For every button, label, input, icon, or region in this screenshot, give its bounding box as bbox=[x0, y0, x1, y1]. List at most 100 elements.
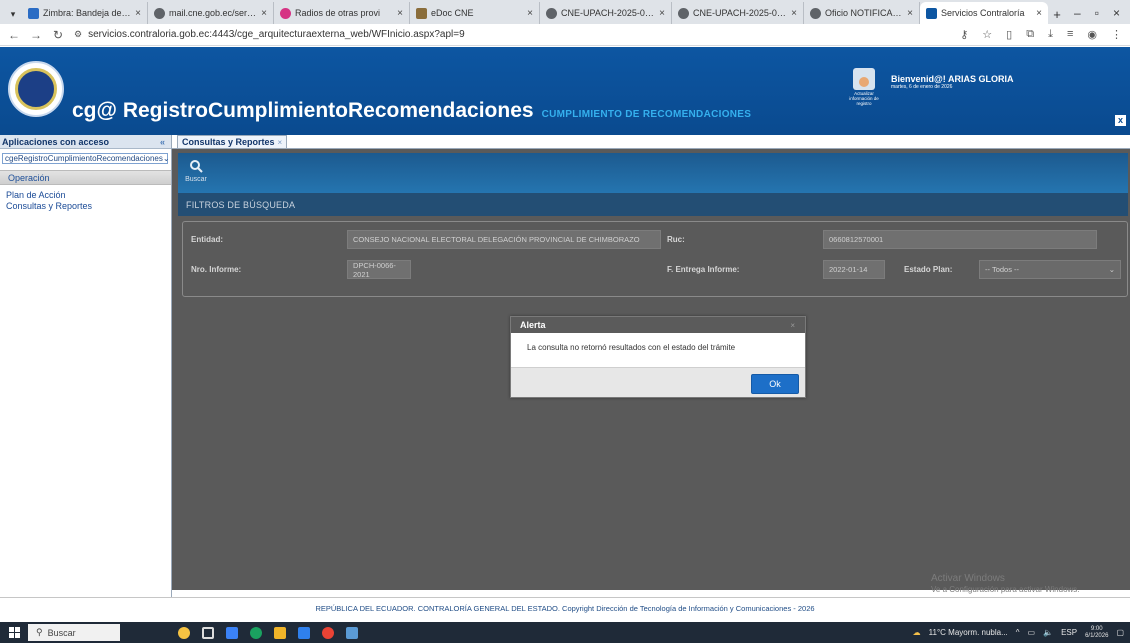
back-arrow-icon[interactable]: ← bbox=[8, 28, 20, 42]
close-tab-icon[interactable]: × bbox=[527, 8, 533, 19]
sidepanel-icon[interactable]: ▯ bbox=[1006, 28, 1012, 41]
fecha-entrega-field[interactable]: 2022-01-14 bbox=[823, 260, 885, 279]
contraloria-favicon-icon bbox=[926, 7, 937, 19]
new-tab-plus-icon[interactable]: + bbox=[1048, 4, 1066, 24]
collapse-sidebar-icon[interactable]: « bbox=[160, 137, 165, 147]
browser-tab-active[interactable]: Servicios Contraloría × bbox=[920, 2, 1048, 24]
sidebar-title: Aplicaciones con acceso bbox=[2, 136, 110, 147]
entidad-label: Entidad: bbox=[191, 235, 223, 244]
browser-tab[interactable]: Zimbra: Bandeja de entra × bbox=[22, 2, 148, 24]
weather-icon[interactable]: ☁ bbox=[913, 628, 921, 637]
tray-chevron-icon[interactable]: ^ bbox=[1016, 628, 1020, 637]
network-icon[interactable]: ▭ bbox=[1028, 628, 1036, 637]
chevron-down-icon: ⌄ bbox=[1108, 265, 1115, 274]
extensions-icon[interactable]: ⧉ bbox=[1026, 28, 1034, 41]
menu-dots-icon[interactable]: ⋮ bbox=[1111, 28, 1122, 41]
copilot-icon[interactable] bbox=[178, 626, 190, 639]
estado-plan-value: -- Todos -- bbox=[985, 265, 1020, 274]
start-button[interactable] bbox=[0, 622, 28, 643]
browser-tab[interactable]: Radios de otras provi × bbox=[274, 2, 410, 24]
update-registration-button[interactable]: Actualizar información de registro bbox=[847, 68, 881, 106]
browser-tab[interactable]: CNE-UPACH-2025-0724- × bbox=[672, 2, 804, 24]
tab-list-chevron-icon[interactable]: ▾ bbox=[4, 4, 22, 24]
zimbra-favicon-icon bbox=[28, 7, 39, 19]
reading-list-icon[interactable]: ≡ bbox=[1067, 28, 1073, 41]
clock-date: 6/1/2026 bbox=[1085, 632, 1109, 639]
browser-tab[interactable]: eDoc CNE × bbox=[410, 2, 540, 24]
url-field[interactable]: ⚙ servicios.contraloria.gob.ec:4443/cge_… bbox=[74, 29, 950, 40]
close-dialog-icon[interactable]: × bbox=[790, 321, 795, 330]
edge-icon[interactable] bbox=[250, 626, 262, 639]
address-bar: ← → ↻ ⚙ servicios.contraloria.gob.ec:444… bbox=[0, 24, 1130, 46]
sidebar-header: Aplicaciones con acceso « bbox=[0, 135, 171, 149]
taskbar-pinned-apps bbox=[178, 626, 358, 639]
application-select[interactable]: cgeRegistroCumplimientoRecomendaciones ⌄ bbox=[2, 153, 170, 164]
page-footer: REPÚBLICA DEL ECUADOR. CONTRALORÍA GENER… bbox=[0, 597, 1130, 618]
download-icon[interactable]: ⤓ bbox=[1048, 28, 1053, 41]
close-tab-icon[interactable]: × bbox=[261, 8, 267, 19]
app-header: cg@ RegistroCumplimientoRecomendaciones C… bbox=[0, 47, 1130, 135]
globe-favicon-icon bbox=[678, 7, 689, 19]
profile-icon[interactable]: ◉ bbox=[1087, 28, 1097, 41]
entidad-field[interactable]: CONSEJO NACIONAL ELECTORAL DELEGACIÓN PR… bbox=[347, 230, 661, 249]
close-tab-icon[interactable]: × bbox=[397, 8, 403, 19]
store-icon[interactable] bbox=[298, 626, 310, 639]
widgets-icon[interactable] bbox=[226, 626, 238, 639]
app-title: cg@ RegistroCumplimientoRecomendaciones C… bbox=[72, 99, 751, 123]
alert-dialog-title: Alerta bbox=[520, 320, 546, 330]
browser-tab[interactable]: CNE-UPACH-2025-0724- × bbox=[540, 2, 672, 24]
welcome-text: Bienvenid@! ARIAS GLORIA bbox=[891, 74, 1014, 84]
application-select-value: cgeRegistroCumplimientoRecomendaciones bbox=[5, 154, 163, 163]
browser-tab-title: CNE-UPACH-2025-0724- bbox=[693, 8, 788, 18]
globe-favicon-icon bbox=[810, 7, 821, 19]
filters-title: FILTROS DE BÚSQUEDA bbox=[178, 193, 1128, 216]
filters-panel: Entidad: CONSEJO NACIONAL ELECTORAL DELE… bbox=[182, 221, 1128, 297]
weather-text[interactable]: 11°C Mayorm. nubla... bbox=[929, 628, 1008, 637]
star-bookmark-icon[interactable]: ☆ bbox=[982, 28, 992, 41]
nro-informe-field[interactable]: DPCH-0066-2021 bbox=[347, 260, 411, 279]
app-icon[interactable] bbox=[346, 626, 358, 639]
update-registration-label: Actualizar información de registro bbox=[849, 91, 879, 106]
site-info-icon[interactable]: ⚙ bbox=[74, 29, 82, 40]
search-button[interactable]: Buscar bbox=[182, 159, 210, 183]
browser-tab[interactable]: Oficio NOTIFICACION BA × bbox=[804, 2, 920, 24]
welcome-date: martes, 6 de enero de 2026 bbox=[891, 84, 953, 90]
close-tab-icon[interactable]: × bbox=[791, 8, 797, 19]
maximize-icon[interactable]: ▫ bbox=[1095, 6, 1099, 20]
ok-button[interactable]: Ok bbox=[751, 374, 799, 394]
ruc-label: Ruc: bbox=[667, 235, 685, 244]
sidebar-group-operacion[interactable]: Operación bbox=[0, 170, 171, 185]
close-window-icon[interactable]: × bbox=[1113, 6, 1120, 20]
notifications-icon[interactable]: ▢ bbox=[1116, 628, 1124, 637]
alert-dialog-message: La consulta no retornó resultados con el… bbox=[527, 343, 736, 352]
clock[interactable]: 9:00 6/1/2026 bbox=[1085, 626, 1108, 640]
task-view-icon[interactable] bbox=[202, 626, 214, 639]
estado-plan-select[interactable]: -- Todos -- ⌄ bbox=[979, 260, 1121, 279]
sidebar-item-consultas-y-reportes[interactable]: Consultas y Reportes bbox=[0, 201, 171, 212]
radio-favicon-icon bbox=[280, 7, 291, 19]
close-tab-icon[interactable]: × bbox=[659, 8, 665, 19]
volume-icon[interactable]: 🔈 bbox=[1043, 628, 1053, 637]
key-icon[interactable]: ⚷ bbox=[960, 28, 968, 41]
tab-consultas-y-reportes[interactable]: Consultas y Reportes × bbox=[177, 135, 288, 148]
clock-time: 9:00 bbox=[1090, 625, 1103, 632]
sidebar-item-plan-de-accion[interactable]: Plan de Acción bbox=[0, 190, 171, 201]
close-tab-icon[interactable]: × bbox=[1036, 8, 1042, 19]
forward-arrow-icon[interactable]: → bbox=[30, 28, 42, 42]
browser-tab-title: Servicios Contraloría bbox=[941, 8, 1025, 18]
language-indicator[interactable]: ESP bbox=[1061, 628, 1077, 637]
browser-tab[interactable]: mail.cne.gob.ec/service/h × bbox=[148, 2, 274, 24]
ruc-field[interactable]: 0660812570001 bbox=[823, 230, 1097, 249]
taskbar-search[interactable]: ⚲ Buscar bbox=[28, 624, 120, 641]
globe-favicon-icon bbox=[546, 7, 557, 19]
file-explorer-icon[interactable] bbox=[274, 626, 286, 639]
reload-icon[interactable]: ↻ bbox=[52, 28, 64, 42]
minimize-icon[interactable]: – bbox=[1074, 6, 1081, 20]
close-session-icon[interactable]: x bbox=[1115, 115, 1126, 126]
content-tab-bar: Consultas y Reportes × bbox=[172, 135, 1130, 149]
chrome-icon[interactable] bbox=[322, 626, 334, 639]
close-tab-icon[interactable]: × bbox=[907, 8, 913, 19]
nro-informe-label: Nro. Informe: bbox=[191, 265, 242, 274]
close-tab-icon[interactable]: × bbox=[278, 138, 283, 147]
close-tab-icon[interactable]: × bbox=[135, 8, 141, 19]
